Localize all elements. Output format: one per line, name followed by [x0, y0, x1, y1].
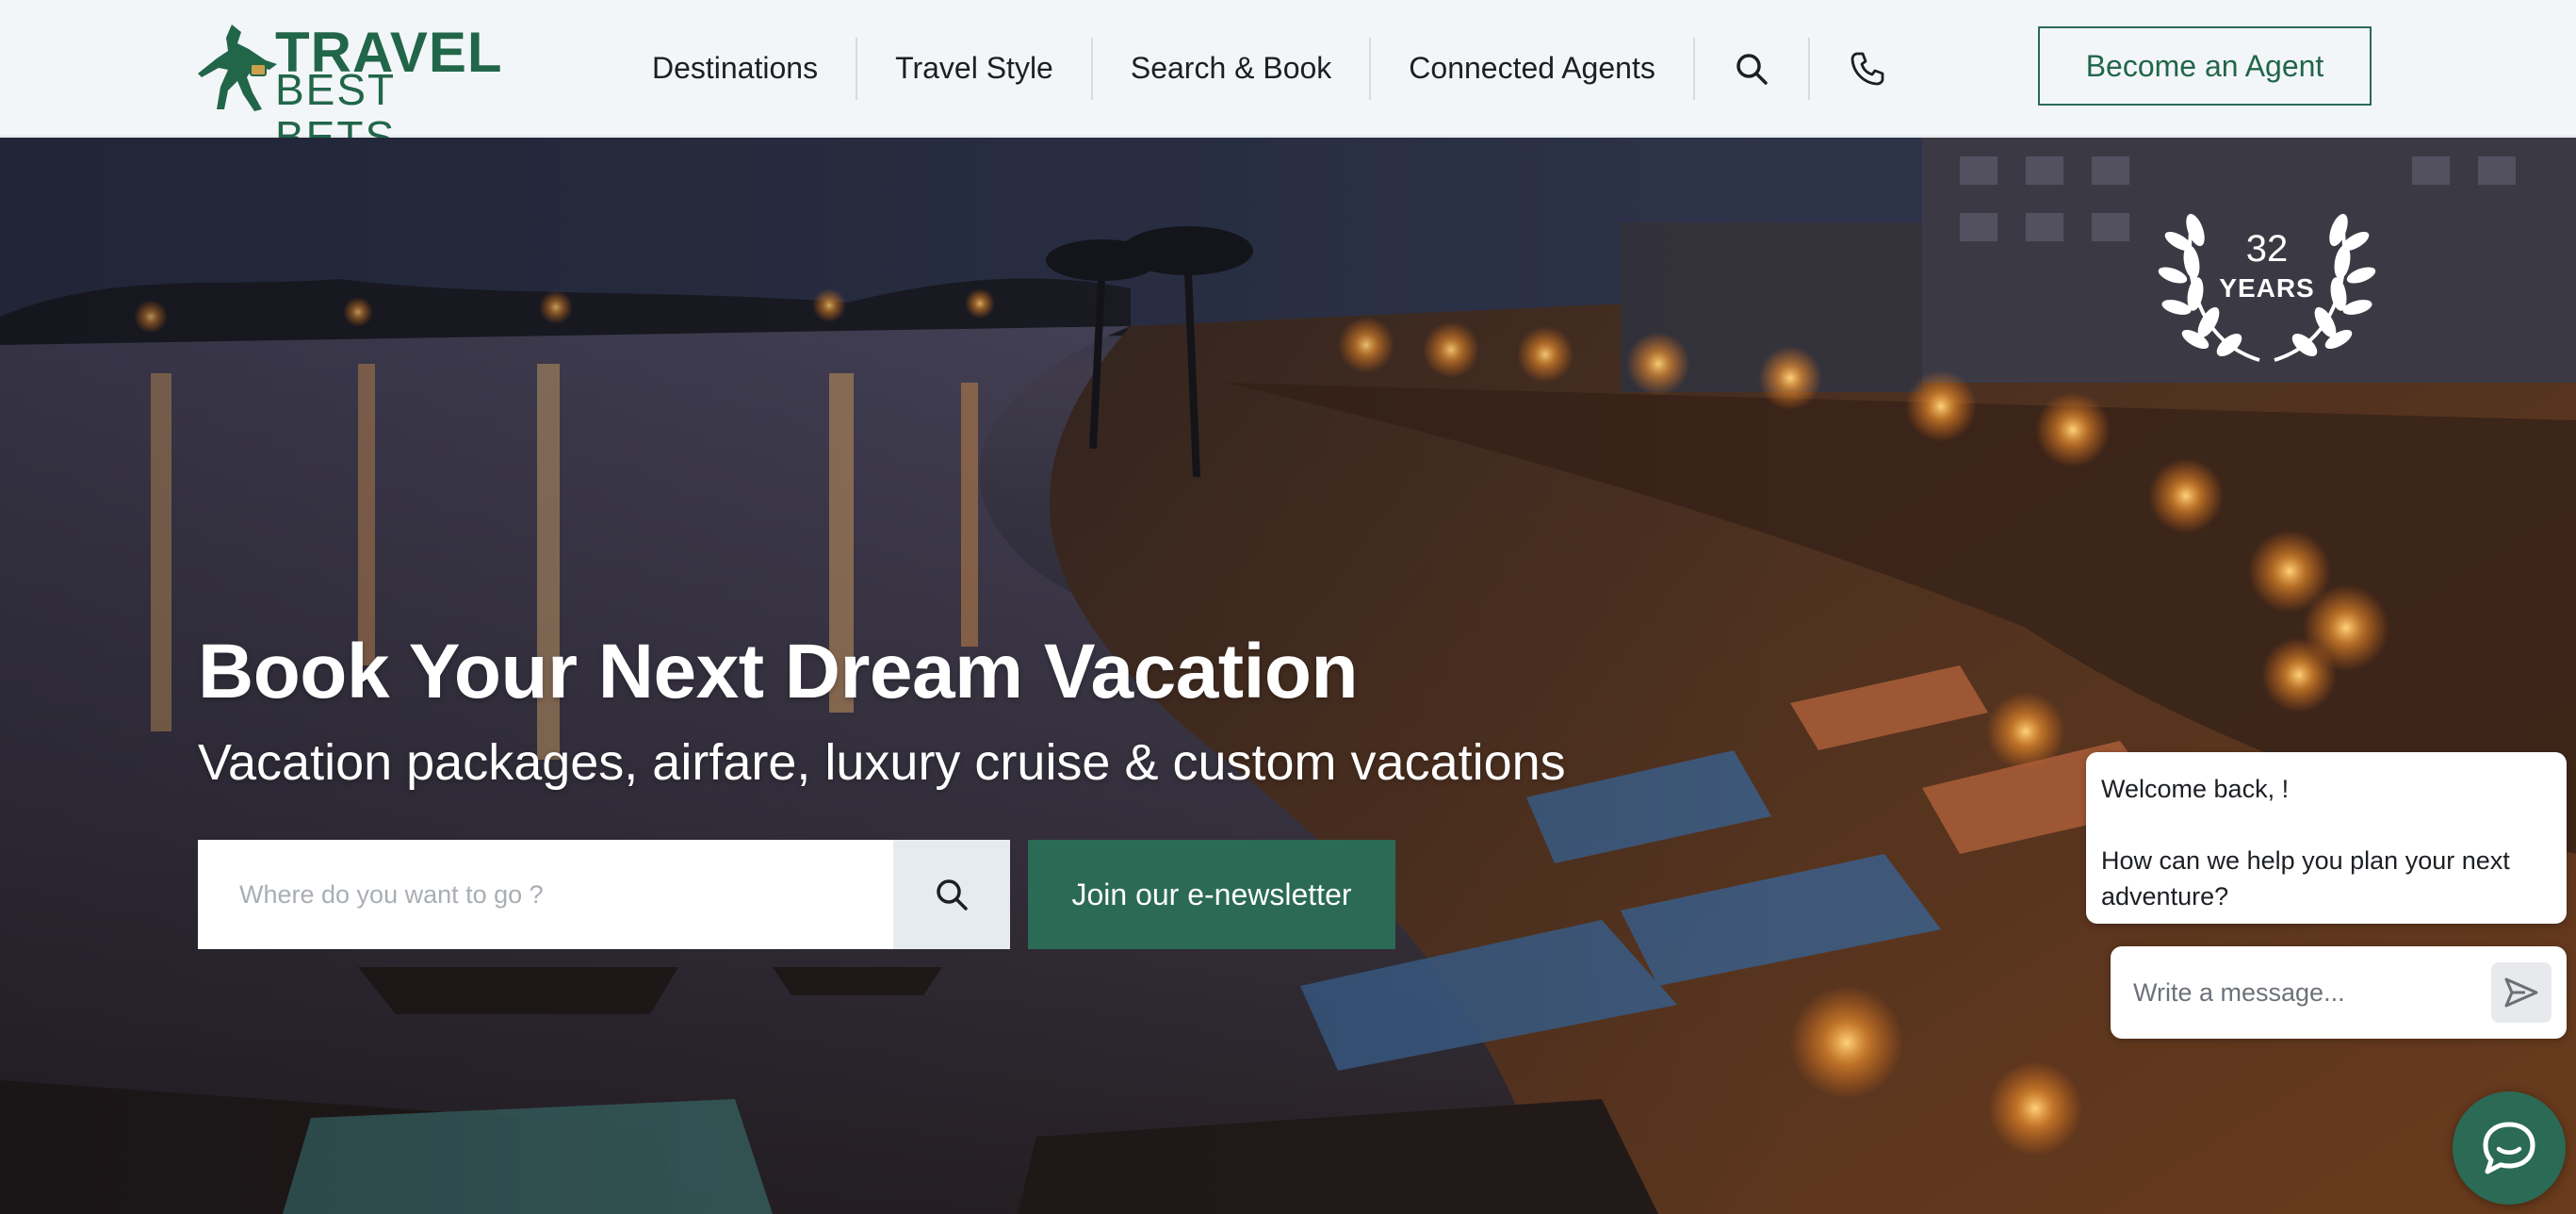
- chat-bubble-icon: [2483, 1122, 2535, 1174]
- nav-phone-button[interactable]: [1810, 38, 1925, 100]
- main-nav: Destinations Travel Style Search & Book …: [624, 0, 1925, 137]
- hero-title: Book Your Next Dream Vacation: [198, 629, 1359, 714]
- nav-item-destinations[interactable]: Destinations: [624, 37, 858, 100]
- chat-message-input[interactable]: [2111, 977, 2491, 1008]
- newsletter-button[interactable]: Join our e-newsletter: [1028, 840, 1395, 949]
- destination-search-button[interactable]: [893, 840, 1010, 949]
- years-badge-label: YEARS: [2219, 273, 2315, 303]
- brand-logo[interactable]: TRAVEL BEST BETS: [196, 23, 507, 160]
- hero-section: 32 YEARS Book Your Next Dream Vacation V…: [0, 138, 2576, 1214]
- nav-item-travel-style[interactable]: Travel Style: [857, 37, 1093, 100]
- chat-welcome-message: Welcome back, ! How can we help you plan…: [2086, 752, 2567, 924]
- destination-search-input[interactable]: [198, 840, 893, 949]
- search-icon: [937, 879, 968, 910]
- hero-subtitle: Vacation packages, airfare, luxury cruis…: [198, 734, 1566, 791]
- traveler-logo-icon: [198, 25, 277, 111]
- send-icon: [2504, 977, 2538, 1008]
- years-badge-number: 32: [2245, 228, 2289, 270]
- search-icon: [1736, 53, 1768, 85]
- years-badge: 32 YEARS: [2154, 185, 2380, 373]
- phone-icon: [1850, 52, 1884, 85]
- chat-send-button[interactable]: [2491, 962, 2552, 1023]
- nav-item-connected-agents[interactable]: Connected Agents: [1371, 37, 1695, 100]
- nav-item-search-book[interactable]: Search & Book: [1093, 37, 1372, 100]
- chat-question: How can we help you plan your next adven…: [2101, 846, 2510, 910]
- become-agent-button[interactable]: Become an Agent: [2038, 26, 2372, 106]
- chat-launcher-button[interactable]: [2453, 1091, 2566, 1205]
- nav-search-button[interactable]: [1695, 37, 1810, 100]
- site-header: TRAVEL BEST BETS Destinations Travel Sty…: [0, 0, 2576, 160]
- chat-greeting: Welcome back, !: [2101, 775, 2290, 803]
- destination-search: [198, 840, 1010, 949]
- chat-compose: [2111, 946, 2567, 1039]
